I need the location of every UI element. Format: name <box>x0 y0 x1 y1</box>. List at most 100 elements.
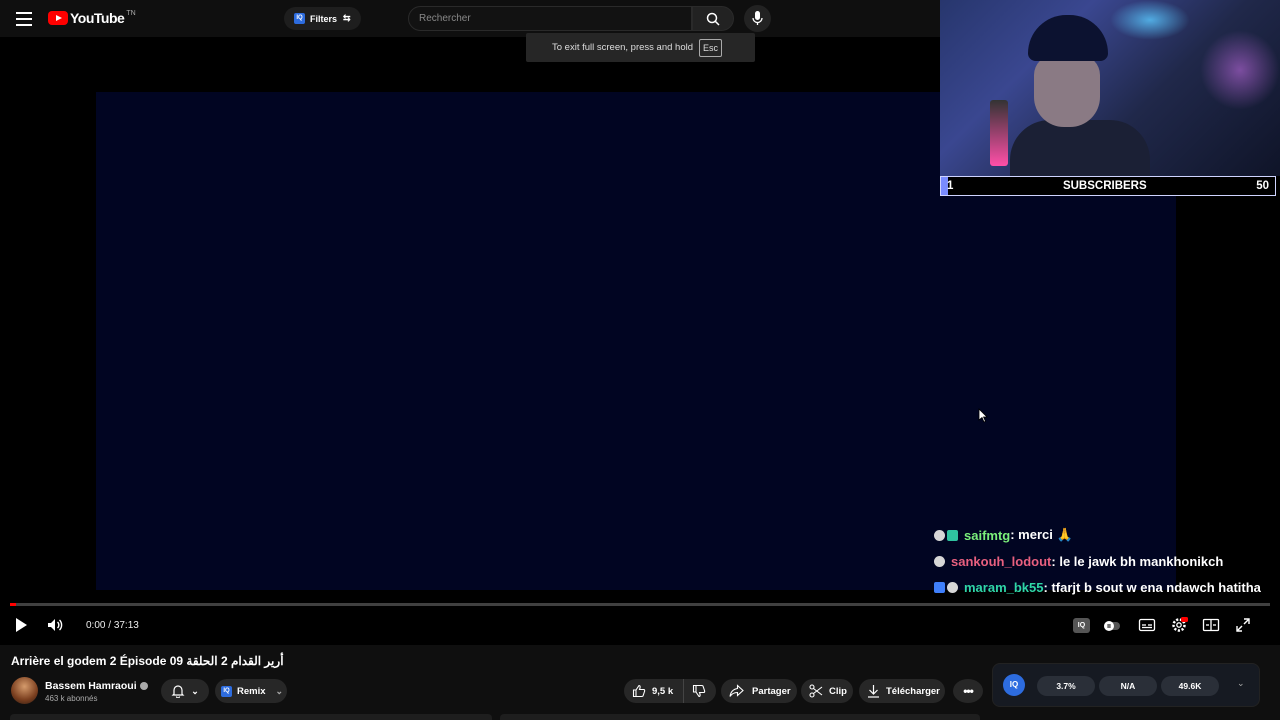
share-label: Partager <box>752 685 791 697</box>
remix-button[interactable]: IQ Remix ⌄ <box>215 679 287 703</box>
subtitles-button[interactable] <box>1138 616 1158 636</box>
logo-text: YouTube <box>70 10 125 26</box>
search-button[interactable] <box>692 6 734 31</box>
thumbs-up-icon <box>632 684 646 698</box>
chat-username: sankouh_lodout <box>951 553 1052 569</box>
badge-icon <box>947 581 958 593</box>
gear-icon <box>1172 617 1188 632</box>
goal-current: 1 <box>947 180 954 192</box>
iq-icon: IQ <box>1073 618 1090 633</box>
play-button[interactable] <box>12 616 32 636</box>
more-horizontal-icon: ••• <box>963 684 974 698</box>
scissors-icon <box>809 684 823 698</box>
time-separator: / <box>105 620 114 631</box>
autoplay-toggle[interactable] <box>1102 616 1122 636</box>
volume-button[interactable] <box>46 616 66 636</box>
mic-icon <box>752 11 763 25</box>
like-count: 9,5 k <box>652 685 674 697</box>
current-time: 0:00 <box>86 620 106 631</box>
chat-message: maram_bk55 : tfarjt b sout w ena ndawch … <box>934 574 1280 600</box>
mouse-cursor-icon <box>978 408 988 423</box>
notifications-button[interactable]: ⌄ <box>161 679 209 703</box>
chevron-down-icon[interactable]: ⌄ <box>1237 678 1245 689</box>
iq-badge-icon: IQ <box>221 685 232 697</box>
chat-text: : tfarjt b sout w ena ndawch hatitha <box>1043 579 1261 595</box>
iq-stat-middle: N/A <box>1099 676 1157 696</box>
share-button[interactable]: Partager <box>721 679 797 703</box>
iq-stat-views: 49.6K <box>1161 676 1219 696</box>
filters-label: Filters <box>310 13 338 24</box>
duration: 37:13 <box>113 620 139 631</box>
chat-overlay: saifmtg : merci 🙏 sankouh_lodout : le le… <box>934 522 1280 600</box>
miniplayer-icon <box>1202 618 1220 632</box>
esc-key-hint: Esc <box>699 38 723 57</box>
dislike-button[interactable] <box>684 684 706 698</box>
video-title: Arrière el godem 2 Épisode 09 أرير القدا… <box>11 654 284 668</box>
settings-button[interactable] <box>1170 616 1190 636</box>
chat-username: maram_bk55 <box>964 579 1044 595</box>
download-button[interactable]: Télécharger <box>859 679 945 703</box>
autoplay-toggle-icon <box>1104 621 1120 631</box>
iq-logo-icon[interactable]: IQ <box>1003 674 1025 696</box>
progress-played <box>10 603 17 606</box>
youtube-play-icon <box>48 11 68 25</box>
chevron-down-icon: ⌄ <box>191 685 199 696</box>
badge-icon <box>947 529 958 541</box>
like-button[interactable]: 9,5 k <box>624 679 685 703</box>
webcam-overlay <box>940 0 1280 176</box>
chevron-down-icon: ⌄ <box>275 685 284 696</box>
chat-message: saifmtg : merci 🙏 <box>934 522 1280 548</box>
sliders-icon: ⇆ <box>343 13 351 23</box>
lamp <box>990 100 1008 166</box>
search-input[interactable]: Rechercher <box>408 6 692 31</box>
goal-target: 50 <box>1256 180 1269 192</box>
iq-stats-panel: IQ 3.7% N/A 49.6K ⌄ <box>992 663 1260 707</box>
masthead: YouTube TN IQ Filters ⇆ Rechercher <box>0 0 940 37</box>
share-icon <box>729 684 744 697</box>
clip-button[interactable]: Clip <box>801 679 853 703</box>
volume-icon <box>48 619 63 631</box>
streamer <box>1010 15 1150 176</box>
exit-fullscreen-icon <box>1236 618 1250 632</box>
badge-icon <box>934 555 945 567</box>
bell-icon <box>171 685 185 698</box>
country-code: TN <box>126 9 136 17</box>
filters-button[interactable]: IQ Filters ⇆ <box>284 7 361 30</box>
subscriber-goal-bar: 1 SUBSCRIBERS 50 <box>940 176 1276 196</box>
menu-icon[interactable] <box>14 9 34 29</box>
like-dislike-group: 9,5 k <box>624 679 716 703</box>
toast-text: To exit full screen, press and hold <box>552 42 693 53</box>
clip-label: Clip <box>829 685 847 697</box>
verified-icon <box>139 682 148 691</box>
progress-bar[interactable] <box>10 603 1270 606</box>
youtube-logo[interactable]: YouTube TN <box>48 10 136 26</box>
remix-label: Remix <box>237 685 266 697</box>
badge-icon <box>934 581 945 593</box>
iq-stat-engagement: 3.7% <box>1037 676 1095 696</box>
recommendation-shelf <box>500 714 980 720</box>
miniplayer-button[interactable] <box>1202 616 1222 636</box>
time-display: 0:00 / 37:13 <box>86 620 139 631</box>
recommendation-shelf <box>10 714 492 720</box>
exit-fullscreen-button[interactable] <box>1234 616 1254 636</box>
play-icon <box>16 618 27 632</box>
chat-username: saifmtg <box>964 527 1011 543</box>
chat-text: : merci 🙏 <box>1010 527 1073 542</box>
fullscreen-toast: To exit full screen, press and hold Esc <box>526 33 755 62</box>
download-icon <box>868 685 879 698</box>
chat-message: sankouh_lodout : le le jawk bh mankhonik… <box>934 548 1280 574</box>
more-actions-button[interactable]: ••• <box>953 679 983 703</box>
iq-badge-icon: IQ <box>294 13 305 24</box>
chat-text: : le le jawk bh mankhonikch <box>1051 553 1224 569</box>
subtitles-icon <box>1138 618 1156 632</box>
goal-label: SUBSCRIBERS <box>1062 180 1147 192</box>
iq-player-button[interactable]: IQ <box>1073 616 1093 636</box>
subscriber-count: 463 k abonnés <box>45 694 98 703</box>
voice-search-button[interactable] <box>744 5 771 32</box>
channel-name[interactable]: Bassem Hamraoui <box>45 680 148 692</box>
thumbs-down-icon <box>693 684 706 698</box>
download-label: Télécharger <box>886 685 940 697</box>
channel-name-text: Bassem Hamraoui <box>45 680 137 692</box>
search-icon <box>706 12 720 26</box>
channel-avatar[interactable] <box>11 677 38 704</box>
